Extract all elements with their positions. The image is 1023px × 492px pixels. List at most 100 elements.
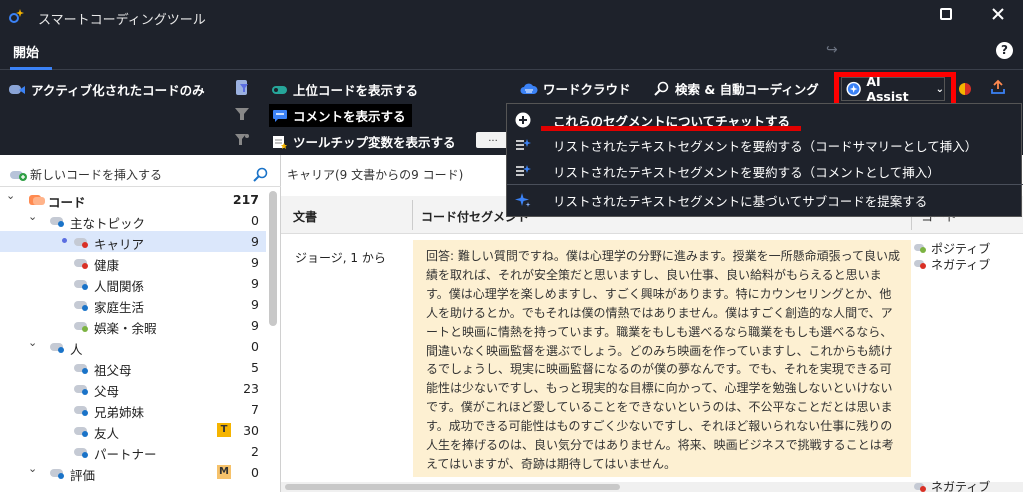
help-icon[interactable]: ? <box>996 42 1013 59</box>
tree-item-label: 友人 <box>94 426 120 441</box>
code-filter-icon <box>9 84 25 94</box>
export-icon[interactable] <box>990 79 1006 95</box>
window-title: スマートコーディングツール <box>38 13 206 28</box>
selection-marker <box>62 238 67 243</box>
code-chip-label: ポジティブ <box>931 241 991 256</box>
insert-new-code-button[interactable]: 新しいコードを挿入する <box>10 166 162 183</box>
comment-icon <box>273 109 287 122</box>
magnifier-icon <box>654 81 669 96</box>
tree-item[interactable]: 祖父母 5 <box>0 357 266 378</box>
chat-plus-icon <box>515 112 531 128</box>
search-icon[interactable] <box>253 167 269 183</box>
show-comments-label: コメントを表示する <box>293 109 406 124</box>
variable-filter-icon[interactable] <box>234 132 250 148</box>
vertical-scrollbar[interactable] <box>267 189 277 489</box>
more-options-button[interactable]: ... <box>476 132 510 148</box>
top-code-icon <box>272 85 287 94</box>
chevron-down-icon[interactable]: ⌄ <box>28 336 37 349</box>
breadcrumb: キャリア(9 文書からの9 コード) <box>287 168 464 182</box>
code-system-panel: 新しいコードを挿入する ⌄ コード 217 ⌄ 主なトピック 0 キャリア 9 健康 9 人間関係 9… <box>0 155 281 492</box>
tree-item[interactable]: 人間関係 9 <box>0 273 266 294</box>
chevron-down-icon[interactable]: ⌄ <box>28 462 37 475</box>
code-system-icon <box>29 195 45 205</box>
tree-item-label: 評価 <box>70 468 96 483</box>
tree-item-count: 9 <box>251 276 259 291</box>
tree-item[interactable]: ⌄ 評価 M 0 <box>0 462 266 483</box>
search-autocode-button[interactable]: 検索 & 自動コーディング <box>654 79 819 98</box>
tree-item-label: 父母 <box>94 384 120 399</box>
maximize-icon[interactable] <box>935 6 957 26</box>
tab-row: 開始 ↪ ? <box>0 32 1023 70</box>
tooltip-variable-icon <box>273 135 287 149</box>
code-chip-label: ネガティブ <box>931 257 991 272</box>
code-tag-icon <box>74 238 88 248</box>
show-tooltip-vars-toggle[interactable]: ツールチップ変数を表示する <box>272 132 456 151</box>
code-tag-icon <box>74 301 88 311</box>
close-icon[interactable] <box>987 6 1009 26</box>
code-tag-icon <box>74 385 88 395</box>
memo-badge-icon[interactable]: M <box>217 465 231 479</box>
show-top-codes-toggle[interactable]: 上位コードを表示する <box>272 80 418 99</box>
code-tag-icon <box>50 469 64 479</box>
chevron-down-icon[interactable]: ⌄ <box>28 210 37 223</box>
code-tag-icon <box>914 482 926 492</box>
tree-item-label: 人間関係 <box>94 279 145 294</box>
code-tag-icon <box>914 260 926 269</box>
tree-item-count: 217 <box>232 192 259 207</box>
tree-item-label: 主なトピック <box>70 216 146 231</box>
code-tag-icon <box>74 427 88 437</box>
tree-item[interactable]: 兄弟姉妹 7 <box>0 399 266 420</box>
column-divider <box>412 200 413 230</box>
redo-icon[interactable]: ↪ <box>826 42 838 58</box>
tree-item[interactable]: ⌄ 人 0 <box>0 336 266 357</box>
menu-item-label: リストされたテキストセグメントを要約する（コメントとして挿入） <box>553 164 940 180</box>
scrollbar-thumb[interactable] <box>269 191 277 326</box>
text-badge-icon[interactable]: T <box>217 423 231 437</box>
tab-start[interactable]: 開始 <box>13 42 39 61</box>
column-header-document[interactable]: 文書 <box>293 208 317 225</box>
show-comments-toggle[interactable]: コメントを表示する <box>269 104 412 127</box>
code-tag-icon <box>50 343 64 353</box>
code-chip[interactable]: ポジティブ <box>914 240 990 256</box>
tree-item[interactable]: 家庭生活 9 <box>0 294 266 315</box>
tree-item[interactable]: キャリア 9 <box>0 231 266 252</box>
tree-item[interactable]: ⌄ コード 217 <box>0 189 266 210</box>
insert-new-code-label: 新しいコードを挿入する <box>30 168 163 182</box>
horizontal-scrollbar[interactable] <box>281 482 1023 492</box>
word-cloud-button[interactable]: ワードクラウド <box>520 79 631 98</box>
activated-codes-only-toggle[interactable]: アクティブ化されたコードのみ <box>8 80 205 99</box>
menu-item-suggest-subcodes[interactable]: リストされたテキストセグメントに基づいてサブコードを提案する <box>507 187 1023 213</box>
code-tag-icon <box>914 244 926 253</box>
color-circle-icon[interactable] <box>958 82 972 96</box>
search-autocode-label: 検索 & 自動コーディング <box>675 82 819 97</box>
code-toolbar: 新しいコードを挿入する <box>0 159 281 187</box>
tree-item[interactable]: 父母 23 <box>0 378 266 399</box>
segment-cell[interactable]: 回答: 難しい質問ですね。僕は心理学の分野に進みます。授業を一所懸命頑張って良い… <box>413 240 911 477</box>
show-tooltip-vars-label: ツールチップ変数を表示する <box>293 135 456 150</box>
activated-codes-only-label: アクティブ化されたコードのみ <box>31 83 205 98</box>
code-tag-icon <box>74 364 88 374</box>
chevron-down-icon[interactable]: ⌄ <box>6 189 15 202</box>
ai-assist-menu: これらのセグメントについてチャットする リストされたテキストセグメントを要約する… <box>506 103 1023 217</box>
app-logo-icon <box>9 9 24 23</box>
next-row-codes: ネガティブ <box>914 478 990 492</box>
tree-item[interactable]: ⌄ 主なトピック 0 <box>0 210 266 231</box>
code-chip-label: ネガティブ <box>931 480 991 492</box>
menu-item-summarize-comment[interactable]: リストされたテキストセグメントを要約する（コメントとして挿入） <box>507 158 1023 184</box>
tree-item-count: 9 <box>251 318 259 333</box>
tree-item[interactable]: パートナー 2 <box>0 441 266 462</box>
tree-item[interactable]: 健康 9 <box>0 252 266 273</box>
cloud-icon <box>520 83 538 94</box>
scrollbar-thumb[interactable] <box>285 484 620 490</box>
tree-item-count: 5 <box>251 360 259 375</box>
funnel-icon[interactable] <box>234 106 250 122</box>
tree-item-count: 9 <box>251 234 259 249</box>
tree-item-label: 健康 <box>94 258 120 273</box>
document-filter-icon[interactable] <box>234 79 250 97</box>
segment-text: 回答: 難しい質問ですね。僕は心理学の分野に進みます。授業を一所懸命頑張って良い… <box>426 249 901 471</box>
document-cell[interactable]: ジョージ, 1 から <box>295 249 386 266</box>
code-chip[interactable]: ネガティブ <box>914 256 990 272</box>
menu-item-summarize-code-summary[interactable]: リストされたテキストセグメントを要約する（コードサマリーとして挿入） <box>507 132 1023 158</box>
tree-item[interactable]: 娯楽・余暇 9 <box>0 315 266 336</box>
tree-item[interactable]: 友人 T 30 <box>0 420 266 441</box>
